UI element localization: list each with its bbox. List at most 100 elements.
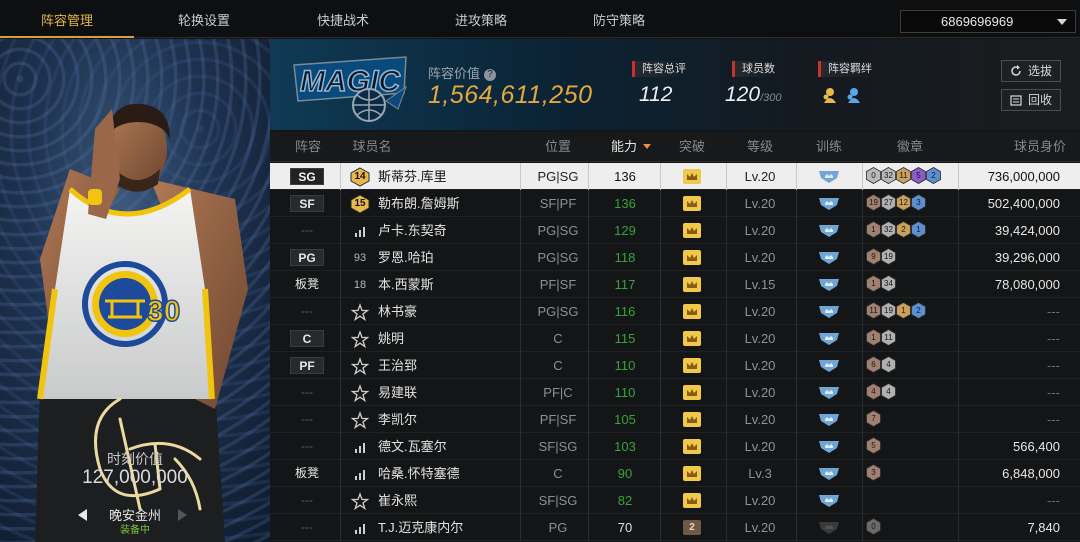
lineup-slot[interactable]: 板凳 xyxy=(290,276,324,293)
player-name[interactable]: 姚明 xyxy=(378,325,488,352)
lineup-slot[interactable]: PF xyxy=(290,357,324,374)
breakthrough-crown-icon[interactable] xyxy=(683,385,701,400)
breakthrough-crown-icon[interactable]: 2 xyxy=(683,520,701,535)
badge-set[interactable]: 19 27 12 3 xyxy=(866,194,958,213)
player-name[interactable]: 勒布朗.詹姆斯 xyxy=(378,190,488,217)
training-shield-icon[interactable] xyxy=(818,466,840,481)
col-name[interactable]: 球员名 xyxy=(350,132,394,162)
player-row[interactable]: --- 易建联 PF|C 110 Lv.20 4 4 --- xyxy=(270,379,1080,406)
lineup-slot[interactable]: SF xyxy=(290,195,324,212)
breakthrough-crown-icon[interactable] xyxy=(683,331,701,346)
player-row[interactable]: C 姚明 C 115 Lv.20 1 11 --- xyxy=(270,325,1080,352)
player-row[interactable]: PG 93 罗恩.哈珀 PG|SG 118 Lv.20 9 19 39,296,000 xyxy=(270,244,1080,271)
player-name[interactable]: 林书豪 xyxy=(378,298,488,325)
player-name[interactable]: 易建联 xyxy=(378,379,488,406)
breakthrough-crown-icon[interactable] xyxy=(683,412,701,427)
player-row[interactable]: --- T.J.迈克康内尔 PG 70 2 Lv.20 0 7,840 xyxy=(270,514,1080,541)
player-name[interactable]: 李凯尔 xyxy=(378,406,488,433)
training-shield-icon[interactable] xyxy=(818,439,840,454)
breakthrough-crown-icon[interactable] xyxy=(683,223,701,238)
lineup-slot[interactable]: SG xyxy=(290,168,324,185)
training-shield-icon[interactable] xyxy=(818,520,840,535)
player-name[interactable]: T.J.迈克康内尔 xyxy=(378,514,488,541)
col-position[interactable]: 位置 xyxy=(528,132,588,162)
lineup-slot[interactable]: --- xyxy=(290,519,324,536)
select-button[interactable]: 选拔 xyxy=(1001,60,1061,82)
next-card-arrow-icon[interactable] xyxy=(178,509,187,521)
player-row[interactable]: SG 14 斯蒂芬.库里 PG|SG 136 Lv.20 0 32 11 5 2 736,000,00… xyxy=(270,163,1080,190)
training-shield-icon[interactable] xyxy=(818,196,840,211)
player-row[interactable]: 板凳 18 本.西蒙斯 PF|SF 117 Lv.15 1 34 78,080,000 xyxy=(270,271,1080,298)
player-name[interactable]: 崔永熙 xyxy=(378,487,488,514)
player-name[interactable]: 德文.瓦塞尔 xyxy=(378,433,488,460)
player-row[interactable]: PF 王治郅 C 110 Lv.20 6 4 --- xyxy=(270,352,1080,379)
tab-lineup-management[interactable]: 阵容管理 xyxy=(0,0,134,38)
badge-set[interactable]: 11 19 1 2 xyxy=(866,302,958,321)
breakthrough-crown-icon[interactable] xyxy=(683,493,701,508)
badge-set[interactable]: 5 xyxy=(866,437,958,456)
badge-set[interactable]: 64 xyxy=(866,356,958,375)
recycle-button[interactable]: 回收 xyxy=(1001,89,1061,111)
tab-quick-tactics[interactable]: 快捷战术 xyxy=(274,0,412,38)
badge-set[interactable]: 0 32 11 5 2 xyxy=(866,167,958,186)
tab-offense-strategy[interactable]: 进攻策略 xyxy=(412,0,550,38)
player-row[interactable]: --- 林书豪 PG|SG 116 Lv.20 11 19 1 2 --- xyxy=(270,298,1080,325)
training-shield-icon[interactable] xyxy=(818,304,840,319)
lineup-slot[interactable]: --- xyxy=(290,222,324,239)
col-badges[interactable]: 徽章 xyxy=(882,132,938,162)
account-dropdown[interactable]: 6869696969 xyxy=(900,10,1076,33)
lineup-slot[interactable]: --- xyxy=(290,303,324,320)
training-shield-icon[interactable] xyxy=(818,385,840,400)
lineup-slot[interactable]: --- xyxy=(290,492,324,509)
player-name[interactable]: 卢卡.东契奇 xyxy=(378,217,488,244)
breakthrough-crown-icon[interactable] xyxy=(683,169,701,184)
player-row[interactable]: 板凳 哈桑.怀特塞德 C 90 Lv.3 3 6,848,000 xyxy=(270,460,1080,487)
player-row[interactable]: SF 15 勒布朗.詹姆斯 SF|PF 136 Lv.20 19 27 12 3 502,400,0… xyxy=(270,190,1080,217)
col-level[interactable]: 等级 xyxy=(728,132,792,162)
training-shield-icon[interactable] xyxy=(818,277,840,292)
lineup-slot[interactable]: --- xyxy=(290,384,324,401)
player-row[interactable]: --- 德文.瓦塞尔 SF|SG 103 Lv.20 5 566,400 xyxy=(270,433,1080,460)
training-shield-icon[interactable] xyxy=(818,250,840,265)
training-shield-icon[interactable] xyxy=(818,331,840,346)
lineup-slot[interactable]: --- xyxy=(290,438,324,455)
training-shield-icon[interactable] xyxy=(818,493,840,508)
lineup-slot[interactable]: C xyxy=(290,330,324,347)
badge-set[interactable]: 0 xyxy=(866,518,958,537)
lineup-slot[interactable]: PG xyxy=(290,249,324,266)
breakthrough-crown-icon[interactable] xyxy=(683,196,701,211)
breakthrough-crown-icon[interactable] xyxy=(683,466,701,481)
badge-set[interactable]: 7 xyxy=(866,410,958,429)
breakthrough-crown-icon[interactable] xyxy=(683,304,701,319)
player-name[interactable]: 罗恩.哈珀 xyxy=(378,244,488,271)
player-row[interactable]: --- 卢卡.东契奇 PG|SG 129 Lv.20 1 32 2 1 39,424,000 xyxy=(270,217,1080,244)
badge-set[interactable] xyxy=(866,491,958,510)
badge-set[interactable]: 3 xyxy=(866,464,958,483)
badge-set[interactable]: 1 32 2 1 xyxy=(866,221,958,240)
player-name[interactable]: 王治郅 xyxy=(378,352,488,379)
breakthrough-crown-icon[interactable] xyxy=(683,358,701,373)
col-breakthrough[interactable]: 突破 xyxy=(664,132,720,162)
breakthrough-crown-icon[interactable] xyxy=(683,439,701,454)
breakthrough-crown-icon[interactable] xyxy=(683,277,701,292)
training-shield-icon[interactable] xyxy=(818,223,840,238)
badge-set[interactable]: 1 11 xyxy=(866,329,958,348)
player-name[interactable]: 哈桑.怀特塞德 xyxy=(378,460,488,487)
col-training[interactable]: 训练 xyxy=(800,132,858,162)
player-name[interactable]: 斯蒂芬.库里 xyxy=(378,163,488,190)
player-row[interactable]: --- 李凯尔 PF|SF 105 Lv.20 7 --- xyxy=(270,406,1080,433)
player-card[interactable]: 30 时刻价值 127,000,000 晚安金州 装备中 xyxy=(0,39,270,542)
col-value[interactable]: 球员身价 xyxy=(986,132,1066,162)
col-lineup[interactable]: 阵容 xyxy=(286,132,330,162)
badge-set[interactable]: 44 xyxy=(866,383,958,402)
training-shield-icon[interactable] xyxy=(818,358,840,373)
badge-set[interactable]: 1 34 xyxy=(866,275,958,294)
help-icon[interactable]: ? xyxy=(484,69,497,81)
lineup-slot[interactable]: --- xyxy=(290,411,324,428)
tab-rotation-settings[interactable]: 轮换设置 xyxy=(134,0,274,38)
breakthrough-crown-icon[interactable] xyxy=(683,250,701,265)
training-shield-icon[interactable] xyxy=(818,412,840,427)
player-name[interactable]: 本.西蒙斯 xyxy=(378,271,488,298)
training-shield-icon[interactable] xyxy=(818,169,840,184)
bond-icons[interactable] xyxy=(822,85,872,105)
